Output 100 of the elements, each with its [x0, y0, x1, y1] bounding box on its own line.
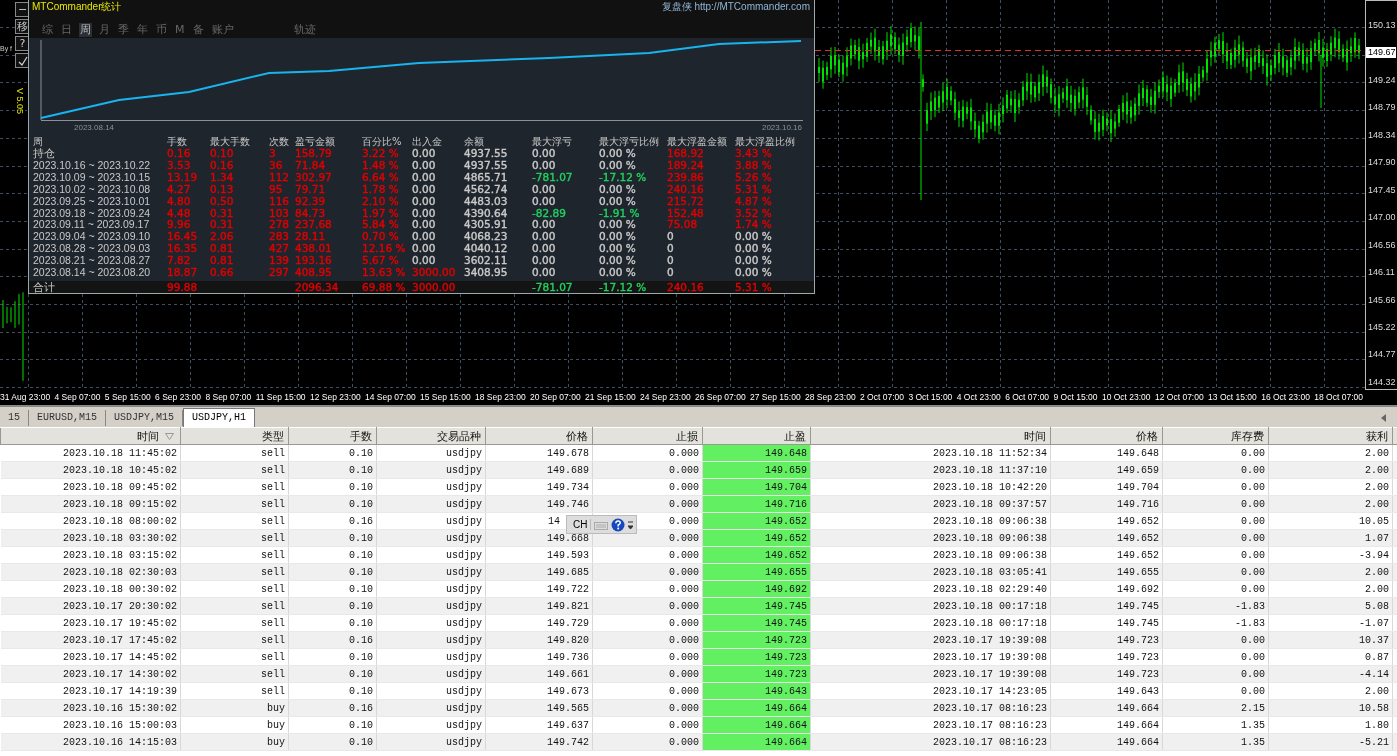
- table-cell-text: 13.63 %: [362, 267, 407, 279]
- table-cell: 10.05: [1268, 512, 1393, 530]
- column-header: 百分比%: [362, 136, 403, 149]
- table-cell-text: 0.00: [532, 255, 557, 268]
- input-language-button[interactable]: CH: [570, 519, 592, 530]
- time-label: 9 Oct 15:00: [1053, 392, 1098, 403]
- table-cell-text: 0.00: [532, 267, 557, 279]
- column-header: 最大浮亏: [532, 136, 573, 149]
- table-cell-text: 0.00: [412, 231, 437, 244]
- column-header[interactable]: 类型: [180, 427, 289, 445]
- column-header: 最大手数: [210, 136, 251, 149]
- table-cell-text: 278: [269, 219, 291, 232]
- column-header[interactable]: 止损: [592, 427, 703, 445]
- table-cell-text: 6.64 %: [362, 171, 400, 184]
- price-label: 150.13: [1367, 20, 1397, 31]
- panel-title: MTCommander统计: [32, 0, 122, 13]
- scroll-left-icon[interactable]: [1381, 414, 1387, 422]
- table-cell: 0.10: [288, 580, 377, 598]
- table-cell-text: 189.24: [667, 159, 705, 172]
- table-cell-text: 0.31: [210, 207, 235, 220]
- table-cell-text: 4390.64: [464, 207, 509, 220]
- table-cell-text: 193.16: [295, 255, 333, 268]
- table-cell-text: 0.00: [412, 243, 437, 256]
- time-label: 13 Oct 15:00: [1208, 392, 1257, 403]
- chart-tab[interactable]: 15: [0, 410, 29, 426]
- dropdown-icon[interactable]: [628, 519, 634, 530]
- column-header[interactable]: 价格: [1050, 427, 1163, 445]
- time-label: 6 Oct 07:00: [1005, 392, 1050, 403]
- column-header[interactable]: 价格: [485, 427, 593, 445]
- table-cell-text: 239.86: [667, 171, 705, 184]
- table-cell: 2023.10.18 02:29:40: [810, 580, 1051, 598]
- table-cell: 2023.10.18 00:30:02: [0, 580, 181, 598]
- time-label: 26 Sep 07:00: [695, 392, 746, 403]
- table-cell: -1.07: [1268, 614, 1393, 632]
- table-cell-text: 0: [667, 267, 675, 279]
- table-cell: 5.31 %: [735, 281, 814, 293]
- column-header[interactable]: 手数: [288, 427, 377, 445]
- table-cell-text: 0.16: [210, 159, 235, 172]
- table-cell-text: 1.74 %: [735, 219, 773, 232]
- price-label: 149.24: [1367, 74, 1397, 86]
- table-cell-text: -781.07: [532, 171, 574, 184]
- table-cell-text: 4040.12: [464, 243, 509, 256]
- table-cell-text: 0.00: [412, 171, 437, 184]
- table-cell: 2023.10.17 14:23:05: [810, 682, 1051, 700]
- table-cell-text: 4068.23: [464, 231, 509, 244]
- table-cell-text: 0.00: [412, 148, 437, 160]
- table-cell-text: 0.66: [210, 267, 235, 279]
- table-cell: 149.723: [1050, 648, 1163, 666]
- table-cell: usdjpy: [376, 614, 486, 632]
- table-cell: -3.94: [1268, 546, 1393, 564]
- table-cell: 0.000: [592, 716, 703, 734]
- table-cell: sell: [180, 444, 289, 462]
- time-label: 8 Sep 07:00: [205, 392, 252, 403]
- table-cell: 0.000: [592, 648, 703, 666]
- table-cell: 0.000: [592, 546, 703, 564]
- website-link[interactable]: 复盘侠 http://MTCommander.com: [661, 0, 810, 13]
- table-cell: 149.593: [485, 546, 593, 564]
- column-header[interactable]: 获利: [1268, 427, 1393, 445]
- table-cell-text: 0.81: [210, 243, 235, 256]
- table-cell: 2.00: [1268, 580, 1393, 598]
- time-label: 27 Sep 15:00: [750, 392, 801, 403]
- table-cell-text: 1.78 %: [362, 183, 400, 196]
- chart-tab[interactable]: EURUSD,M15: [29, 410, 107, 426]
- table-cell: -781.07: [532, 281, 599, 293]
- table-cell-text: 3000.00: [412, 267, 457, 279]
- table-cell: sell: [180, 682, 289, 700]
- panel-tab[interactable]: 周: [79, 22, 92, 37]
- table-cell: 2023.10.16 15:00:03: [0, 716, 181, 734]
- column-header[interactable]: 止盈: [702, 427, 811, 445]
- table-cell: 2023.10.18 09:45:02: [0, 478, 181, 496]
- table-cell: 2023.10.17 14:45:02: [0, 648, 181, 666]
- table-cell-text: 112: [269, 171, 291, 184]
- table-cell-text: 95: [269, 183, 284, 196]
- table-cell: 0.10: [288, 614, 377, 632]
- column-header[interactable]: 库存费: [1162, 427, 1269, 445]
- table-cell-text: 0.00: [412, 207, 437, 220]
- table-cell-text: 92.39: [295, 195, 327, 208]
- table-cell: 149.637: [485, 716, 593, 734]
- column-header[interactable]: 时间: [0, 427, 181, 445]
- table-cell-text: 168.92: [667, 148, 705, 160]
- column-header[interactable]: 交易品种: [376, 427, 486, 445]
- table-cell-text: 79.71: [295, 183, 327, 196]
- table-cell-text: 139: [269, 255, 291, 268]
- table-cell-text: -17.12 %: [599, 171, 648, 184]
- table-cell-text: 0.00 %: [599, 148, 637, 160]
- table-cell: 0.000: [592, 614, 703, 632]
- table-cell: 0.10: [288, 682, 377, 700]
- table-cell-text: 1.34: [210, 171, 235, 184]
- help-icon[interactable]: [611, 517, 626, 532]
- chart-tab[interactable]: USDJPY,H1: [183, 408, 256, 427]
- table-cell: usdjpy: [376, 444, 486, 462]
- table-cell-text: 438.01: [295, 243, 333, 256]
- column-header: 余额: [464, 136, 485, 149]
- table-cell-text: 12.16 %: [362, 243, 407, 256]
- table-cell-text: 0.00: [412, 255, 437, 268]
- table-cell: 69.88 %: [362, 281, 412, 293]
- time-label: 12 Oct 07:00: [1155, 392, 1204, 403]
- axis-date: 2023.10.16: [761, 123, 802, 134]
- table-cell: 99.88: [167, 281, 210, 293]
- column-header[interactable]: 时间: [810, 427, 1051, 445]
